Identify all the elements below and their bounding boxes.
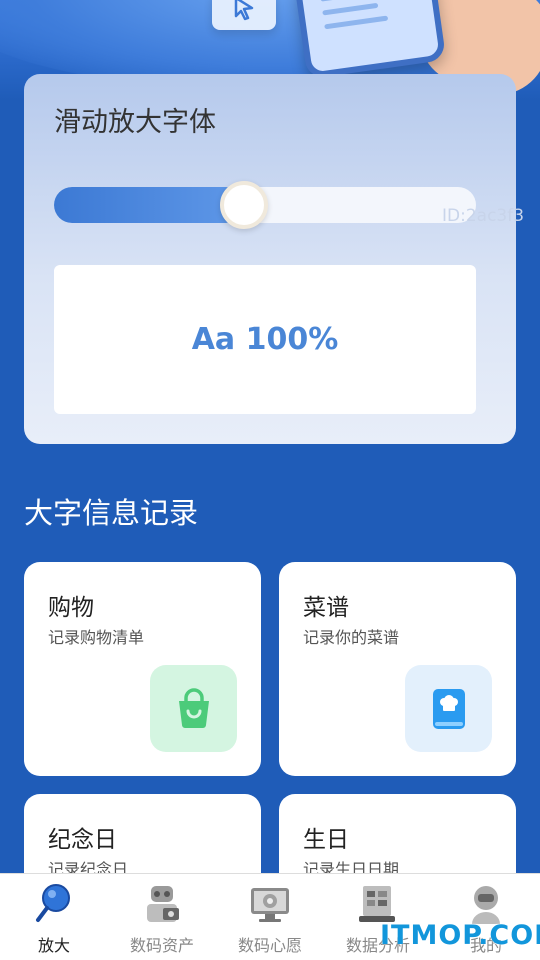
section-title: 大字信息记录 [24, 496, 199, 530]
cursor-tile [212, 0, 276, 30]
tab-zoom[interactable]: 放大 [0, 874, 108, 960]
shopping-bag-icon [150, 665, 237, 752]
card-title: 菜谱 [303, 595, 349, 621]
card-shopping[interactable]: 购物 记录购物清单 [24, 562, 261, 776]
font-zoom-card: 滑动放大字体 Aa 100% [24, 74, 516, 444]
cursor-icon [234, 0, 254, 21]
card-title: 生日 [303, 827, 349, 853]
card-title: 纪念日 [48, 827, 117, 853]
card-recipe[interactable]: 菜谱 记录你的菜谱 [279, 562, 516, 776]
font-size-slider[interactable] [54, 181, 476, 229]
site-watermark: ITMOP.COM [380, 920, 540, 951]
tab-label: 数码心愿 [237, 936, 302, 955]
tab-label: 放大 [37, 936, 70, 955]
robot-icon [137, 880, 187, 928]
card-subtitle: 记录你的菜谱 [303, 628, 400, 647]
slider-fill [54, 187, 244, 223]
tab-label: 数码资产 [129, 936, 194, 955]
magnifier-icon [29, 880, 79, 928]
tab-digital-wishes[interactable]: 数码心愿 [216, 874, 324, 960]
card-title: 购物 [48, 595, 94, 621]
recipe-book-icon [405, 665, 492, 752]
font-preview-box: Aa 100% [54, 265, 476, 414]
slider-thumb[interactable] [220, 181, 268, 229]
wish-monitor-icon [245, 880, 295, 928]
tab-digital-assets[interactable]: 数码资产 [108, 874, 216, 960]
id-watermark: ID:2ac3f3 [442, 206, 525, 226]
zoom-card-title: 滑动放大字体 [54, 107, 216, 138]
font-preview-text: Aa 100% [191, 322, 339, 357]
card-subtitle: 记录购物清单 [48, 628, 145, 647]
